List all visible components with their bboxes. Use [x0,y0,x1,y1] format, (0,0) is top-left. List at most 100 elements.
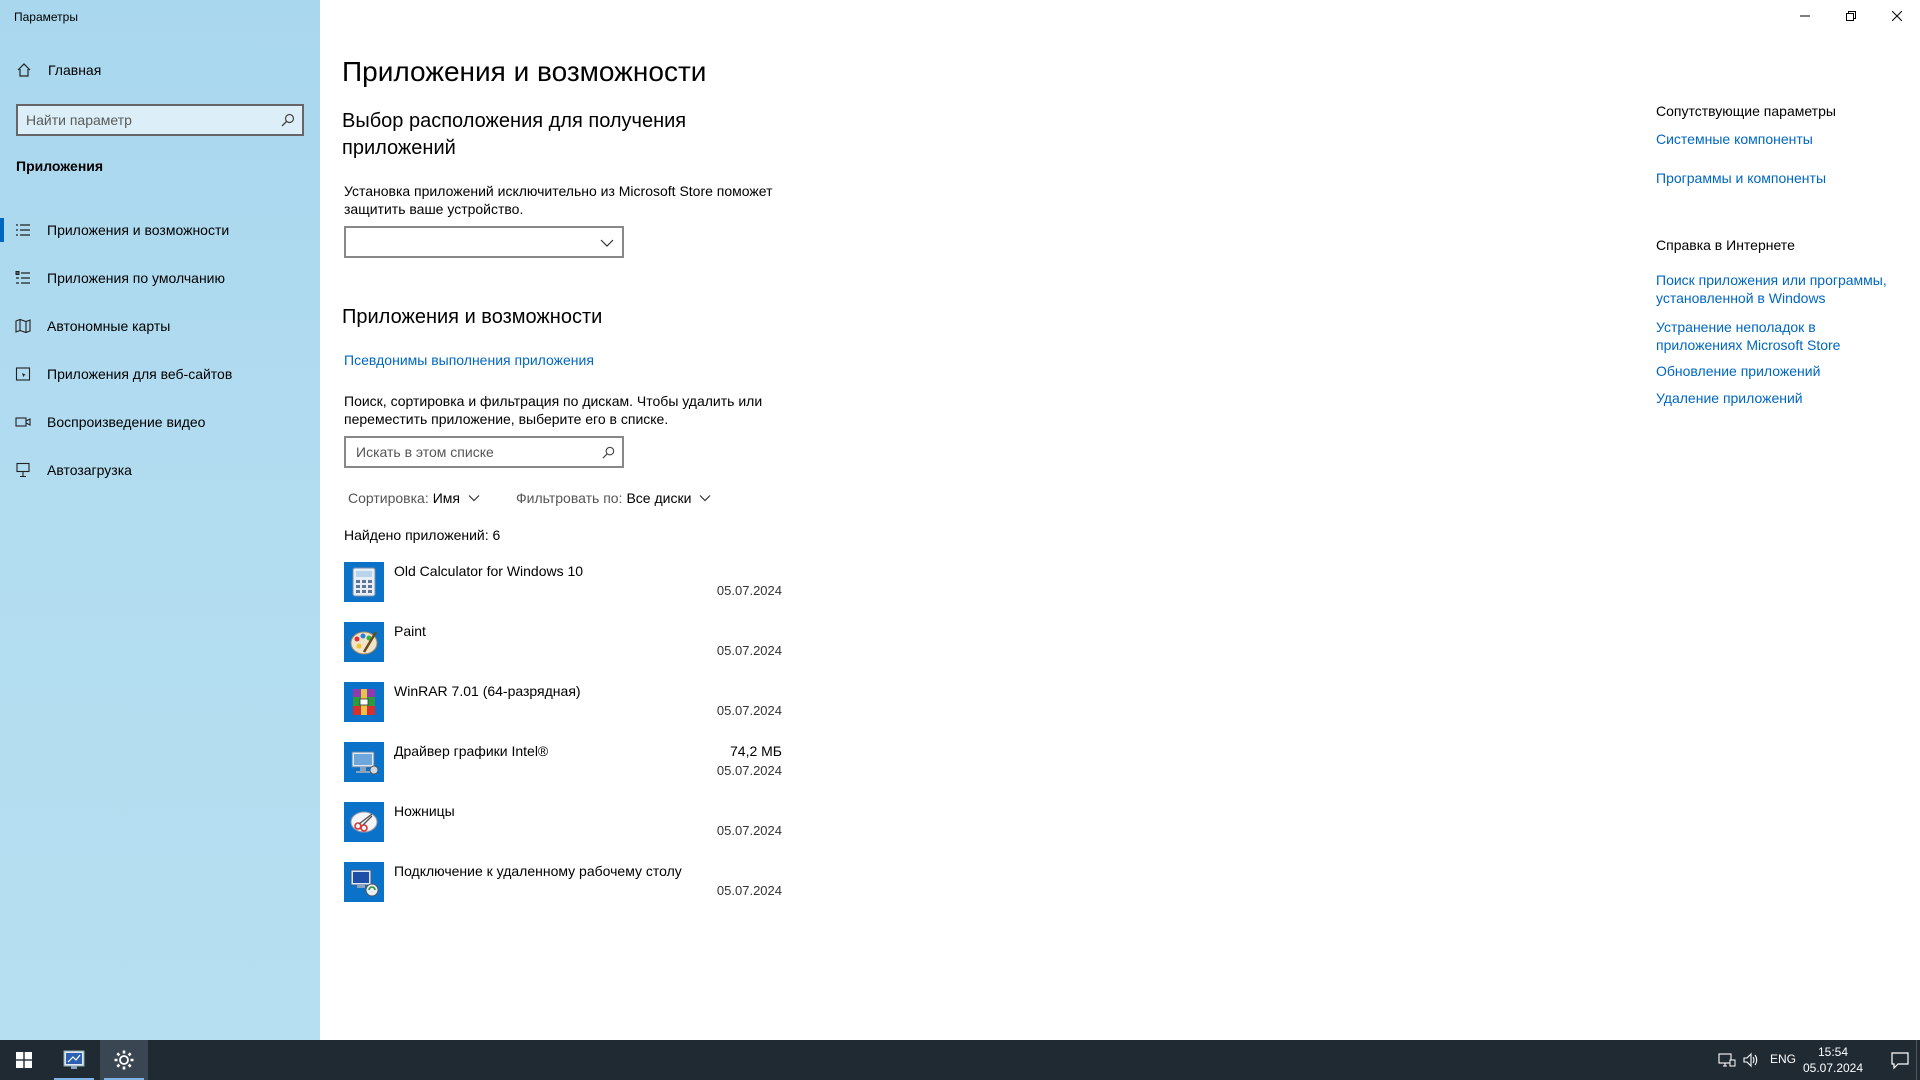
sidebar-item-label: Автономные карты [47,318,171,334]
list-item[interactable]: WinRAR 7.01 (64-разрядная) 05.07.2024 [344,678,784,738]
app-list-search-placeholder: Искать в этом списке [356,444,494,460]
filter-dropdown[interactable]: Фильтровать по: Все диски [516,490,711,506]
sort-filter-row: Сортировка: Имя Фильтровать по: Все диск… [348,490,711,506]
windows-logo-icon [16,1052,32,1068]
app-source-dropdown[interactable] [344,226,624,258]
sidebar-item-video-playback[interactable]: Воспроизведение видео [0,398,320,446]
sidebar-item-apps-features[interactable]: Приложения и возможности [0,206,320,254]
help-link-uninstall-apps[interactable]: Удаление приложений [1656,389,1896,407]
sidebar-item-label: Приложения и возможности [47,222,230,238]
restore-icon [1846,11,1856,21]
app-execution-aliases-link[interactable]: Псевдонимы выполнения приложения [344,352,594,368]
sidebar-item-label: Приложения по умолчанию [47,270,225,286]
map-icon [15,318,31,334]
sidebar-item-offline-maps[interactable]: Автономные карты [0,302,320,350]
taskbar: ENG 15:54 05.07.2024 [0,1040,1920,1080]
list-item[interactable]: Подключение к удаленному рабочему столу … [344,858,784,918]
sort-label: Сортировка: [348,490,429,506]
settings-search-input[interactable]: Найти параметр [16,104,304,136]
restore-button[interactable] [1828,0,1874,32]
notification-center-icon[interactable] [1890,1050,1910,1070]
close-icon [1892,11,1902,21]
list-item[interactable]: Ножницы 05.07.2024 [344,798,784,858]
app-install-date: 05.07.2024 [716,703,782,718]
app-name: Ножницы [394,803,455,819]
list-item[interactable]: Paint 05.07.2024 [344,618,784,678]
app-list: Old Calculator for Windows 10 05.07.2024… [344,558,784,918]
app-install-date: 05.07.2024 [716,823,782,838]
paint-icon [344,622,384,662]
search-icon[interactable] [280,112,296,128]
calculator-icon [344,562,384,602]
snipping-tool-icon [344,802,384,842]
programs-features-link[interactable]: Программы и компоненты [1656,169,1896,187]
search-icon[interactable] [601,445,616,460]
clock-time: 15:54 [1817,1045,1849,1059]
winrar-icon [344,682,384,722]
system-components-link[interactable]: Системные компоненты [1656,130,1896,148]
taskbar-app-desktop[interactable] [50,1040,98,1080]
sidebar-item-default-apps[interactable]: Приложения по умолчанию [0,254,320,302]
app-size: 74,2 МБ [730,743,782,759]
home-icon [17,63,31,77]
video-icon [15,417,31,427]
sidebar-item-label: Воспроизведение видео [47,414,206,430]
sort-value: Имя [432,490,461,506]
app-install-date: 05.07.2024 [716,583,782,598]
app-install-date: 05.07.2024 [716,763,782,778]
location-section-description: Установка приложений исключительно из Mi… [344,183,773,217]
help-link-find-app[interactable]: Поиск приложения или программы, установл… [1656,271,1896,307]
taskbar-app-settings[interactable] [100,1040,148,1080]
intel-graphics-icon [344,742,384,782]
window-controls [1782,0,1920,32]
location-section-title: Выбор расположения для получения приложе… [342,110,687,159]
minimize-button[interactable] [1782,0,1828,32]
home-button[interactable]: Главная [16,62,101,78]
startup-icon [16,462,30,478]
apps-found-count: Найдено приложений: 6 [344,527,501,543]
app-name: Подключение к удаленному рабочему столу [394,863,682,879]
apps-section-description: Поиск, сортировка и фильтрация по дискам… [344,393,763,427]
sidebar-item-startup[interactable]: Автозагрузка [0,446,320,494]
desktop-app-icon [63,1050,85,1069]
filter-value: Все диски [626,490,692,506]
apps-section-title: Приложения и возможности [342,306,603,328]
window-title: Параметры [14,10,78,24]
app-name: Old Calculator for Windows 10 [394,563,584,579]
home-label: Главная [48,62,102,78]
app-list-search-input[interactable]: Искать в этом списке [344,436,624,468]
chevron-down-icon [600,239,614,247]
app-name: Paint [394,623,426,639]
app-install-date: 05.07.2024 [716,883,782,898]
list-item[interactable]: Драйвер графики Intel® 74,2 МБ 05.07.202… [344,738,784,798]
web-help-heading: Справка в Интернете [1656,237,1795,253]
network-icon[interactable] [1718,1052,1736,1068]
volume-icon[interactable] [1742,1052,1760,1068]
web-apps-icon [15,367,31,381]
help-link-troubleshoot-store[interactable]: Устранение неполадок в приложениях Micro… [1656,318,1896,354]
filter-label: Фильтровать по: [516,490,623,506]
clock-date: 05.07.2024 [1802,1061,1864,1075]
help-link-update-apps[interactable]: Обновление приложений [1656,362,1896,380]
main-content: Приложения и возможности Выбор расположе… [320,0,1600,1040]
close-button[interactable] [1874,0,1920,32]
sidebar-item-label: Приложения для веб-сайтов [47,366,233,382]
sidebar-nav: Приложения и возможности Приложения по у… [0,206,320,494]
sort-dropdown[interactable]: Сортировка: Имя [348,490,480,506]
gear-icon [114,1050,134,1070]
minimize-icon [1800,15,1810,17]
app-install-date: 05.07.2024 [716,643,782,658]
app-name: Драйвер графики Intel® [394,743,549,759]
app-name: WinRAR 7.01 (64-разрядная) [394,683,581,699]
chevron-down-icon [699,495,711,502]
sidebar: Параметры Главная Найти параметр Приложе… [0,0,320,1040]
settings-search-placeholder: Найти параметр [26,112,132,128]
input-language-indicator[interactable]: ENG [1770,1052,1796,1066]
default-apps-icon [15,271,30,284]
related-settings-heading: Сопутствующие параметры [1656,103,1836,119]
taskbar-clock[interactable]: 15:54 05.07.2024 [1798,1044,1868,1076]
list-item[interactable]: Old Calculator for Windows 10 05.07.2024 [344,558,784,618]
sidebar-item-web-apps[interactable]: Приложения для веб-сайтов [0,350,320,398]
show-desktop-button[interactable] [1916,1040,1920,1080]
start-button[interactable] [0,1040,48,1080]
